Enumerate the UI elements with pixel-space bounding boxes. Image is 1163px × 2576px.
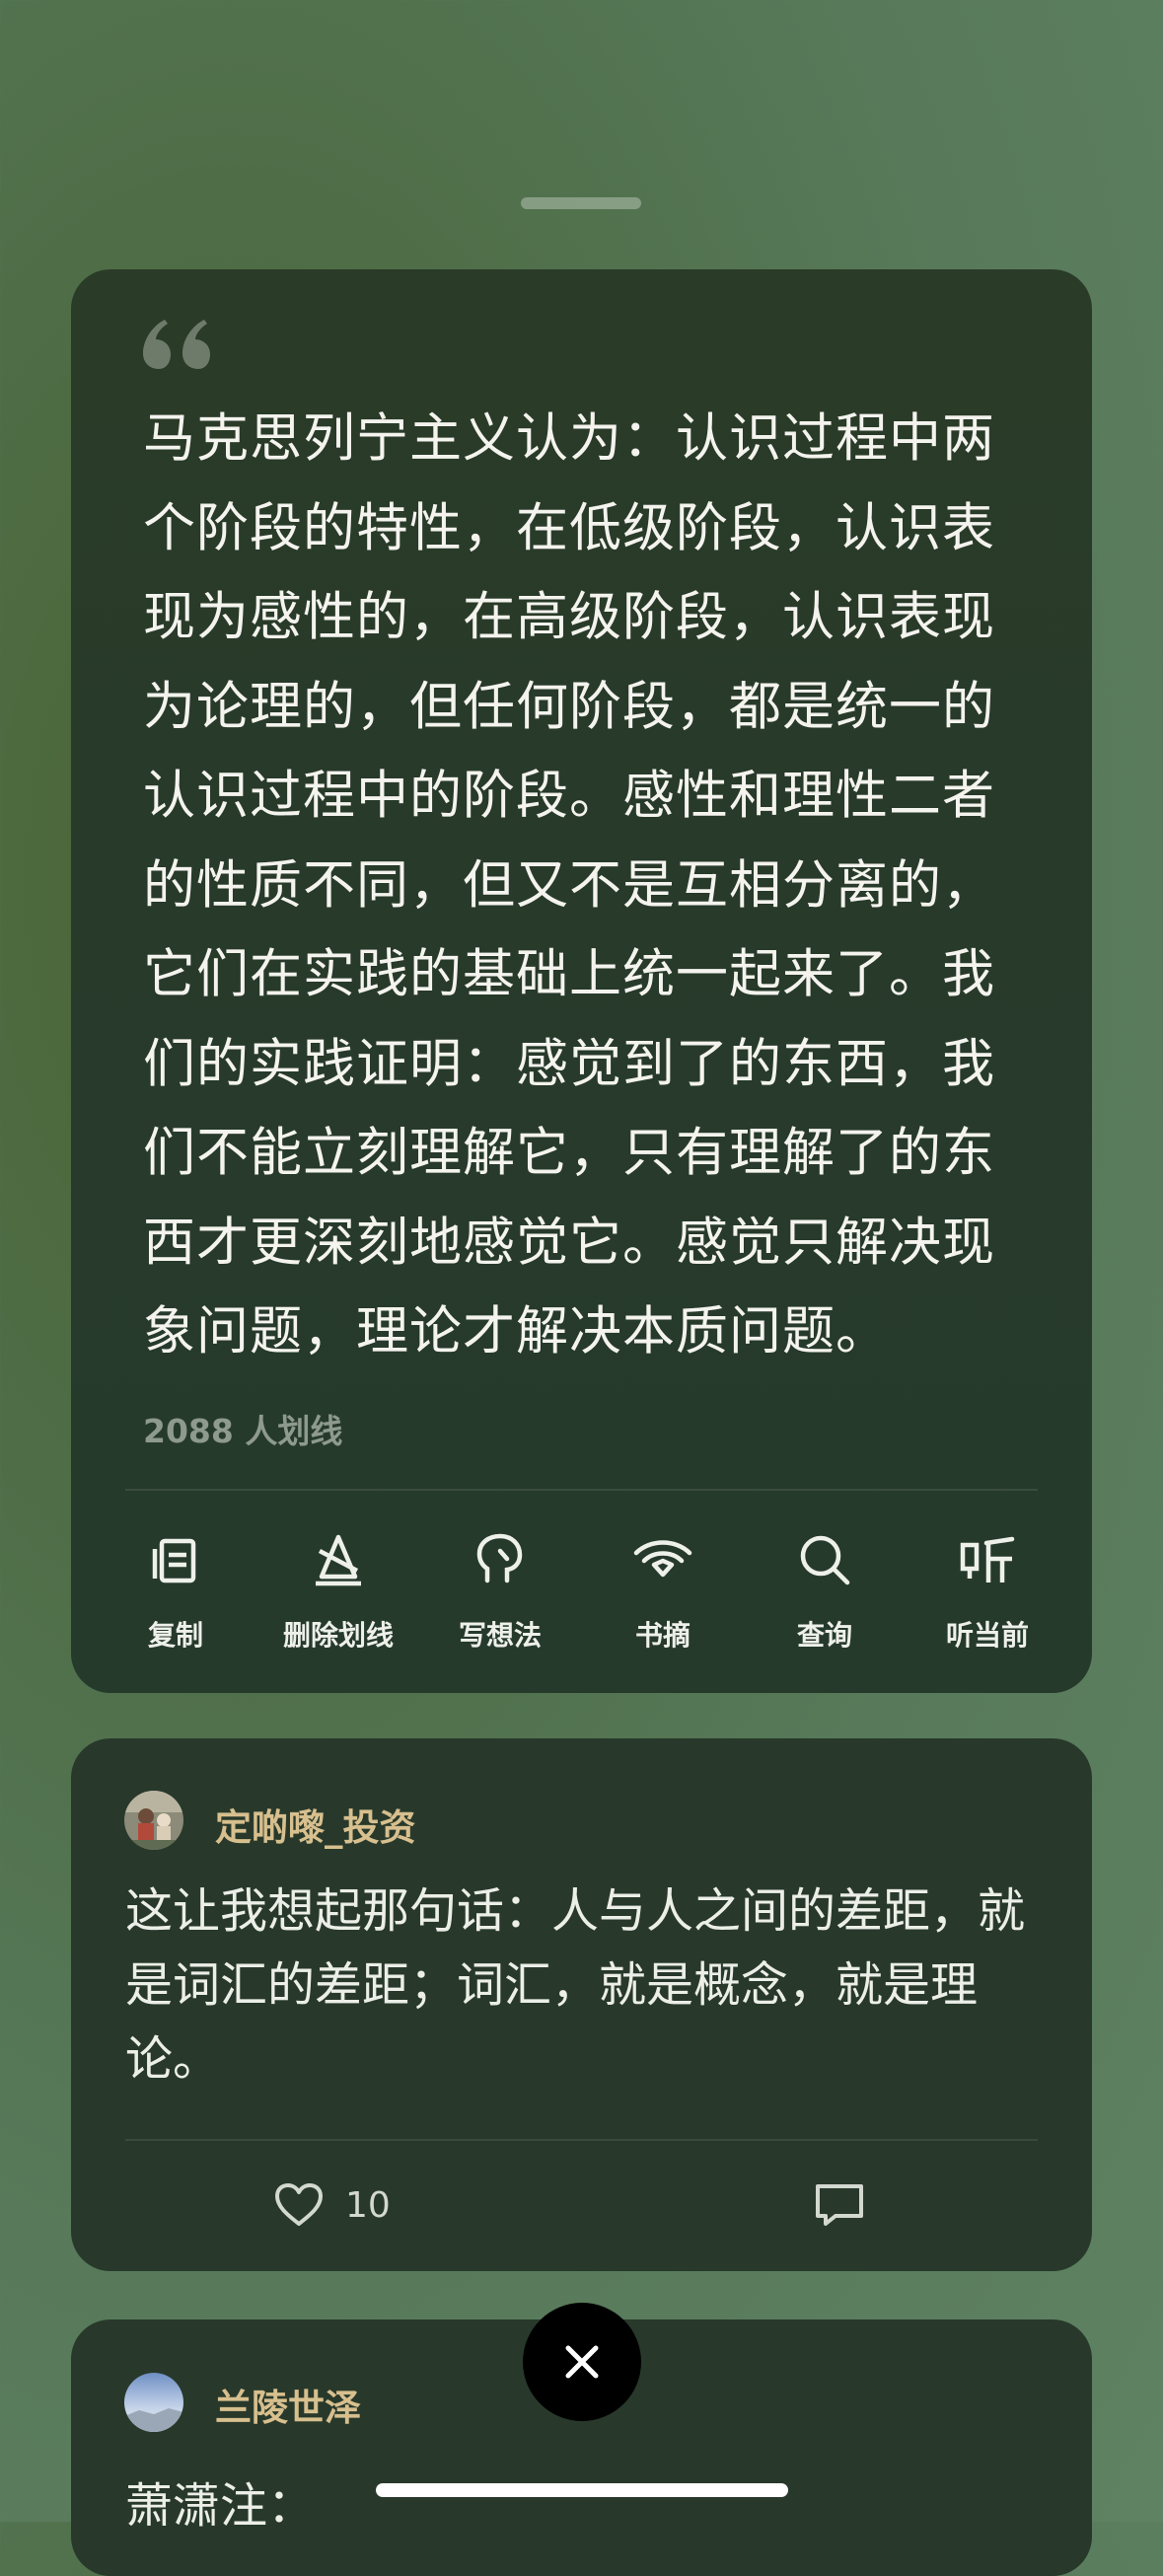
comment-username[interactable]: 兰陵世泽 [215,2378,361,2431]
search-label: 查询 [796,1619,852,1652]
comment-divider [125,2139,1038,2141]
copy-button[interactable]: 复制 [102,1529,250,1654]
comment-text[interactable]: 这让我想起那句话：人与人之间的差距，就是词汇的差距；词汇，就是概念，就是理论。 [125,1875,1043,2097]
remove-highlight-button[interactable]: 删除划线 [264,1529,412,1654]
avatar-image [124,1791,183,1850]
listen-button[interactable]: 听当前 [913,1529,1061,1654]
copy-label: 复制 [147,1619,203,1652]
comment-text[interactable]: 萧潇注： [125,2466,315,2536]
avatar[interactable] [124,1791,183,1850]
remove-highlight-icon [316,1534,361,1586]
like-count: 10 [345,2184,391,2226]
excerpt-button[interactable]: 书摘 [589,1529,737,1654]
excerpt-icon [633,1540,692,1578]
comment-username[interactable]: 定啲嚟_投资 [215,1798,416,1851]
write-thought-icon [476,1533,523,1583]
quote-mark-icon [143,320,210,369]
like-button[interactable]: 10 [274,2175,391,2235]
highlight-count: 2088 人划线 [143,1412,343,1450]
close-button[interactable] [523,2303,641,2421]
excerpt-label: 书摘 [634,1619,691,1652]
search-icon [800,1535,850,1585]
highlighted-quote-text[interactable]: 马克思列宁主义认为：认识过程中两个阶段的特性，在低级阶段，认识表现为感性的，在高… [143,395,1031,1377]
home-indicator[interactable] [376,2483,788,2497]
sheet-drag-handle[interactable] [521,197,641,209]
avatar-image [124,2373,183,2432]
remove-highlight-label: 删除划线 [282,1619,394,1652]
listen-icon [960,1536,1015,1582]
close-icon [565,2345,599,2379]
copy-icon [152,1538,196,1583]
reply-icon[interactable] [814,2182,865,2228]
quote-divider [125,1489,1038,1491]
listen-label: 听当前 [945,1619,1029,1652]
avatar[interactable] [124,2373,183,2432]
heart-icon [275,2183,323,2226]
write-thought-button[interactable]: 写想法 [426,1529,574,1654]
search-button[interactable]: 查询 [751,1529,899,1654]
write-thought-label: 写想法 [458,1619,542,1652]
